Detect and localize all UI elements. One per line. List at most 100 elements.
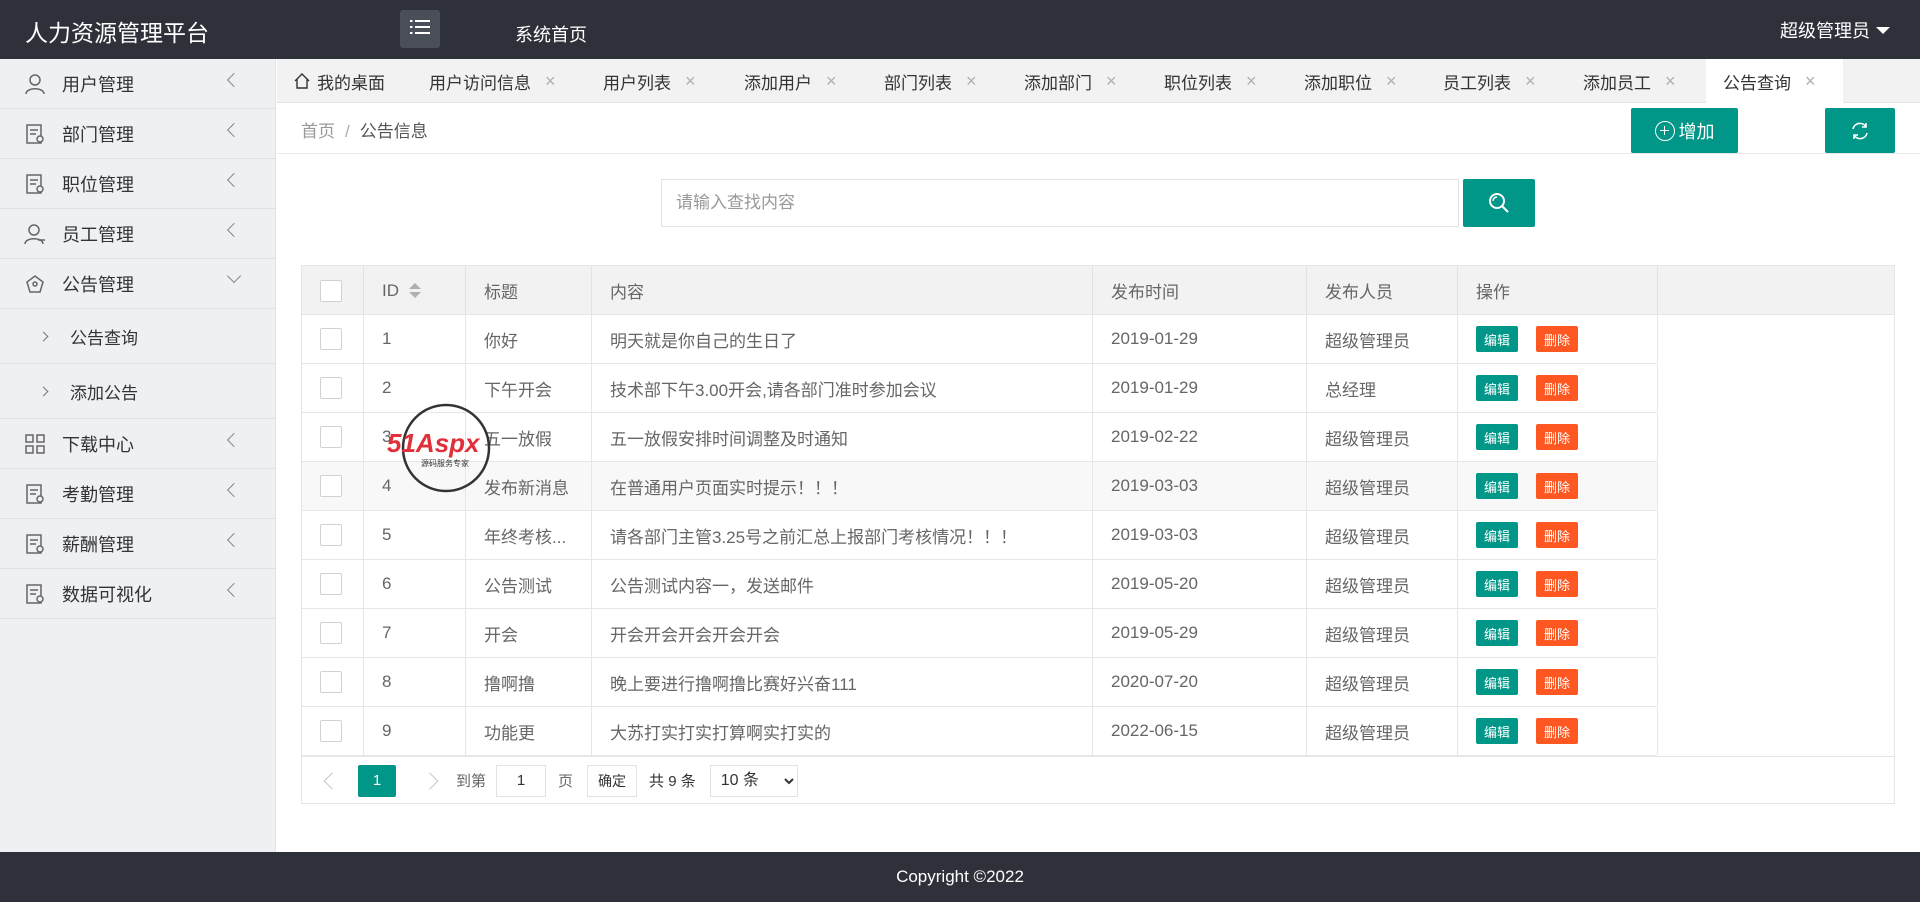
row-checkbox[interactable] [320,475,342,497]
close-icon[interactable]: × [1386,71,1397,92]
user-name-label: 超级管理员 [1780,21,1870,41]
cell-title: 你好 [466,315,592,363]
delete-button[interactable]: 删除 [1536,718,1578,744]
cell-id: 6 [364,560,466,608]
cell-actions: 编辑 删除 [1458,560,1658,608]
tab-label: 添加职位 [1304,73,1372,93]
edit-button[interactable]: 编辑 [1476,669,1518,695]
row-checkbox[interactable] [320,377,342,399]
add-button[interactable]: 增加 [1631,108,1738,153]
edit-button[interactable]: 编辑 [1476,375,1518,401]
delete-button[interactable]: 删除 [1536,326,1578,352]
sidebar-subitem-notice-query[interactable]: 公告查询 [0,309,275,364]
chevron-left-icon [226,222,242,238]
tab-user-list[interactable]: 用户列表 × [603,59,696,103]
search-input[interactable] [661,179,1459,227]
header-title: 标题 [466,266,592,315]
sidebar-item-department-management[interactable]: 部门管理 [0,109,275,159]
edit-button[interactable]: 编辑 [1476,326,1518,352]
close-icon[interactable]: × [1805,71,1816,92]
tab-add-employee[interactable]: 添加员工 × [1583,59,1676,103]
sidebar-item-user-management[interactable]: 用户管理 [0,59,275,109]
refresh-button[interactable] [1825,108,1895,153]
row-checkbox[interactable] [320,622,342,644]
sidebar-subitem-add-notice[interactable]: 添加公告 [0,364,275,419]
delete-button[interactable]: 删除 [1536,522,1578,548]
sidebar-item-attendance-management[interactable]: 考勤管理 [0,469,275,519]
row-select-cell [302,658,364,706]
tab-department-list[interactable]: 部门列表 × [884,59,977,103]
edit-button[interactable]: 编辑 [1476,522,1518,548]
delete-button[interactable]: 删除 [1536,571,1578,597]
edit-button[interactable]: 编辑 [1476,473,1518,499]
sidebar-item-download-center[interactable]: 下载中心 [0,419,275,469]
edit-button[interactable]: 编辑 [1476,571,1518,597]
sidebar-item-data-visualization[interactable]: 数据可视化 [0,569,275,619]
row-checkbox[interactable] [320,573,342,595]
menu-toggle-button[interactable] [400,10,440,48]
edit-button[interactable]: 编辑 [1476,620,1518,646]
tab-add-user[interactable]: 添加用户 × [744,59,837,103]
delete-button[interactable]: 删除 [1536,473,1578,499]
close-icon[interactable]: × [1106,71,1117,92]
cell-content: 请各部门主管3.25号之前汇总上报部门考核情况！！！ [592,511,1093,559]
prev-page-icon[interactable] [323,772,341,789]
close-icon[interactable]: × [545,71,556,92]
close-icon[interactable]: × [1246,71,1257,92]
delete-button[interactable]: 删除 [1536,669,1578,695]
row-checkbox[interactable] [320,426,342,448]
goto-confirm-button[interactable]: 确定 [587,764,638,797]
system-home-link[interactable]: 系统首页 [515,21,587,47]
sidebar-item-label: 部门管理 [62,124,134,145]
sidebar-item-salary-management[interactable]: 薪酬管理 [0,519,275,569]
row-checkbox[interactable] [320,524,342,546]
goto-page-input[interactable] [496,764,547,797]
cell-actions: 编辑 删除 [1458,707,1658,755]
tab-my-desktop[interactable]: 我的桌面 [293,59,385,103]
user-menu[interactable]: 超级管理员 [1780,17,1890,43]
sort-icon[interactable] [409,282,421,299]
cell-author: 超级管理员 [1307,413,1458,461]
watermark-tagline: 源码服务专家 [421,458,469,468]
row-select-cell [302,315,364,363]
delete-button[interactable]: 删除 [1536,375,1578,401]
tab-position-list[interactable]: 职位列表 × [1164,59,1257,103]
sidebar-item-employee-management[interactable]: 员工管理 [0,209,275,259]
cell-date: 2019-01-29 [1093,364,1307,412]
close-icon[interactable]: × [1525,71,1536,92]
tab-user-visits[interactable]: 用户访问信息 × [429,59,556,103]
search-button[interactable] [1463,179,1535,227]
person-icon [24,224,45,245]
cell-actions: 编辑 删除 [1458,511,1658,559]
tab-add-position[interactable]: 添加职位 × [1304,59,1397,103]
cell-title: 开会 [466,609,592,657]
breadcrumb-home[interactable]: 首页 [301,122,335,141]
row-checkbox[interactable] [320,328,342,350]
sidebar-item-position-management[interactable]: 职位管理 [0,159,275,209]
cell-author: 超级管理员 [1307,511,1458,559]
current-page-button[interactable]: 1 [358,764,396,797]
close-icon[interactable]: × [826,71,837,92]
close-icon[interactable]: × [966,71,977,92]
tab-add-department[interactable]: 添加部门 × [1024,59,1117,103]
edit-button[interactable]: 编辑 [1476,424,1518,450]
cell-actions: 编辑 删除 [1458,658,1658,706]
delete-button[interactable]: 删除 [1536,620,1578,646]
tab-employee-list[interactable]: 员工列表 × [1443,59,1536,103]
row-checkbox[interactable] [320,720,342,742]
page-size-select[interactable]: 10 条 [709,764,798,797]
delete-button[interactable]: 删除 [1536,424,1578,450]
close-icon[interactable]: × [685,71,696,92]
divider [277,153,1920,154]
header-id[interactable]: ID [364,266,466,315]
cell-author: 超级管理员 [1307,315,1458,363]
next-page-icon[interactable] [421,772,439,789]
tab-notice-query[interactable]: 公告查询 × [1706,59,1843,103]
row-select-cell [302,609,364,657]
edit-button[interactable]: 编辑 [1476,718,1518,744]
row-checkbox[interactable] [320,671,342,693]
chevron-left-icon [226,482,242,498]
close-icon[interactable]: × [1665,71,1676,92]
sidebar-item-notice-management[interactable]: 公告管理 [0,259,275,309]
select-all-checkbox[interactable] [320,279,342,302]
